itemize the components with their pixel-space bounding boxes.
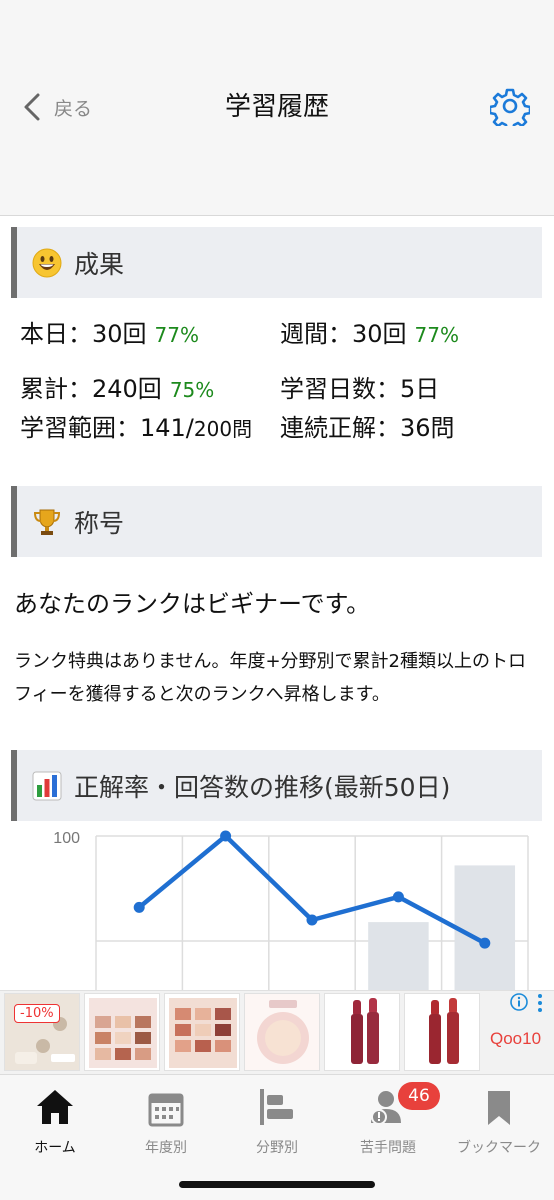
tab-bookmark[interactable]: ブックマーク [444,1085,554,1157]
ad-thumb-3[interactable] [164,993,240,1071]
chart-section-header: 正解率・回答数の推移(最新50日) [11,750,542,821]
title-heading: 称号 [74,508,125,538]
accuracy-point-2 [306,914,318,926]
accuracy-point-4 [479,937,491,949]
ad-banner[interactable]: -10% Qoo10 [0,990,554,1074]
page-title: 学習履歴 [224,92,329,122]
rank-suffix: です。 [300,590,371,618]
gear-icon[interactable] [490,86,530,126]
calendar-icon [148,1093,184,1127]
week-count: 週間：30回 [280,320,407,348]
ad-thumb-5[interactable] [324,993,400,1071]
study-range-stat: 学習範囲：141/200問 [20,408,252,443]
trophy-icon [33,509,61,535]
streak-stat: 連続正解：36問 [280,414,455,442]
tab-by-field-label: 分野別 [256,1140,298,1156]
week-percent: 77% [414,323,459,347]
today-count: 本日：30回 [20,320,147,348]
bar-chart-icon [32,771,62,800]
smile-emoji-icon [32,248,62,277]
eyeshadow-palette-image-2 [169,998,237,1068]
total-percent: 75% [169,378,215,402]
accuracy-point-0 [133,901,145,913]
ad-menu-icon[interactable] [536,993,544,1013]
chart-heading: 正解率・回答数の推移(最新50日) [74,772,451,802]
category-icon [260,1089,293,1125]
study-range-total: 200問 [193,417,253,441]
total-stat: 累計：240回 75% [20,369,214,404]
tab-home-label: ホーム [34,1140,76,1156]
bar-4 [454,865,516,990]
accuracy-point-1 [220,830,232,842]
home-indicator [179,1181,375,1188]
rank-sentence: あなたのランクはビギナーです。 [14,584,370,619]
results-section-header: 成果 [11,227,542,298]
y-tick-label: 100 [53,830,80,847]
total-count: 累計：240回 [20,375,162,403]
ad-info-icon[interactable] [510,993,528,1011]
tab-home[interactable]: ホーム [0,1085,110,1157]
tab-bookmark-label: ブックマーク [457,1140,541,1156]
lipstick-image-2 [405,994,479,1070]
tab-by-year-label: 年度別 [145,1140,187,1156]
ad-brand-logo: Qoo10 [490,1029,542,1048]
rank-name: ビギナー [206,590,301,618]
ad-thumb-2[interactable] [84,993,160,1071]
ad-thumb-1[interactable]: -10% [4,993,80,1071]
tab-by-field[interactable]: 分野別 [222,1085,332,1157]
title-section-header: 称号 [11,486,542,557]
today-percent: 77% [154,323,199,347]
ad-thumb-6[interactable] [404,993,480,1071]
tab-by-year[interactable]: 年度別 [111,1085,221,1157]
lipstick-image [325,994,399,1070]
discount-badge: -10% [14,1004,60,1023]
accuracy-line [137,833,486,946]
week-stat: 週間：30回 77% [280,314,459,349]
home-icon [37,1090,73,1124]
accuracy-trend-chart: 100 [53,830,529,990]
tab-weak-questions-label: 苦手問題 [360,1140,416,1156]
study-range-count: 学習範囲：141/ [20,414,194,442]
accuracy-point-3 [392,891,404,903]
bookmark-icon [488,1091,510,1125]
nav-bar: 戻る 学習履歴 [0,0,554,216]
eyeshadow-palette-image [89,998,157,1068]
study-days-stat: 学習日数：5日 [280,375,440,403]
rank-prefix: あなたのランクは [14,590,206,618]
bar-3 [368,922,429,990]
cushion-compact-image [245,994,319,1070]
results-heading: 成果 [74,249,125,279]
notification-badge: 46 [398,1082,440,1110]
today-stat: 本日：30回 77% [20,314,199,349]
rank-description: ランク特典はありません。年度+分野別で累計2種類以上のトロフィーを獲得すると次の… [14,651,526,705]
ad-thumb-4[interactable] [244,993,320,1071]
